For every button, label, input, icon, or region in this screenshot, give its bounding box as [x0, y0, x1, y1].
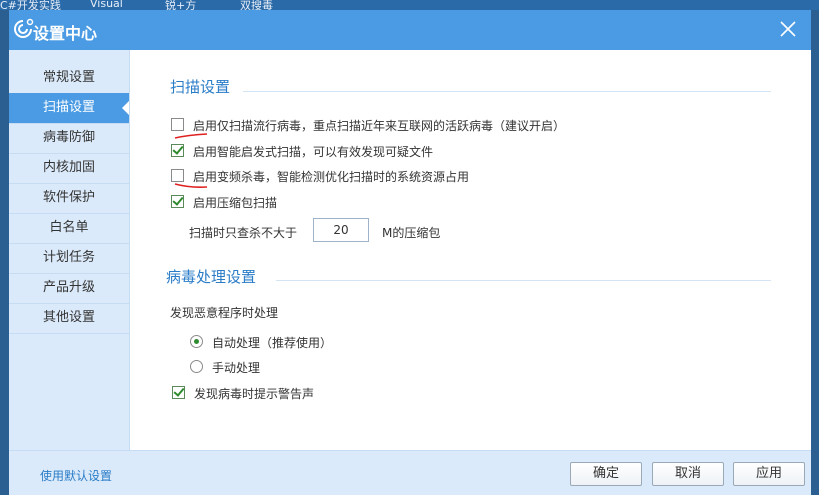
sidebar-item-scheduled-tasks[interactable]: 计划任务 [9, 243, 129, 274]
red-annotation-mark [174, 183, 208, 188]
checkbox-heuristic-scan[interactable] [171, 144, 184, 157]
apply-button[interactable]: 应用 [733, 462, 805, 486]
section-divider [276, 280, 771, 281]
option-label: 发现病毒时提示警告声 [194, 387, 315, 401]
option-label: 启用压缩包扫描 [193, 196, 278, 210]
settings-content: 扫描设置 启用仅扫描流行病毒，重点扫描近年来互联网的活跃病毒（建议开启） 启用智… [130, 50, 811, 450]
sidebar-item-virus-defense[interactable]: 病毒防御 [9, 123, 129, 154]
archive-limit-suffix: M的压缩包 [382, 226, 441, 240]
desktop-label: C#开发实践 [0, 0, 61, 10]
desktop-label: 锐+方 [165, 0, 197, 10]
section-title-virus: 病毒处理设置 [166, 268, 257, 286]
desktop-edge-left [0, 10, 9, 495]
desktop-background: C#开发实践 Visual 锐+方 双搜毒 [0, 0, 819, 10]
sidebar-item-upgrade[interactable]: 产品升级 [9, 273, 129, 304]
desktop-label: Visual [90, 0, 123, 10]
checkbox-archive-scan[interactable] [171, 195, 184, 208]
checkbox-popular-virus[interactable] [171, 118, 184, 131]
settings-window: 设置中心 常规设置 扫描设置 病毒防御 内核加固 软件保护 白名单 计划任务 产… [9, 10, 811, 495]
option-label: 启用仅扫描流行病毒，重点扫描近年来互联网的活跃病毒（建议开启） [193, 119, 566, 133]
settings-sidebar: 常规设置 扫描设置 病毒防御 内核加固 软件保护 白名单 计划任务 产品升级 其… [9, 50, 130, 450]
title-bar[interactable]: 设置中心 [9, 10, 811, 50]
sidebar-item-scan[interactable]: 扫描设置 [9, 93, 129, 124]
desktop-label: 双搜毒 [240, 0, 273, 10]
option-label: 启用智能启发式扫描，可以有效发现可疑文件 [193, 145, 434, 159]
sidebar-item-software-protect[interactable]: 软件保护 [9, 183, 129, 214]
sidebar-item-kernel[interactable]: 内核加固 [9, 153, 129, 184]
checkbox-variable-frequency[interactable] [171, 169, 184, 182]
close-icon[interactable] [775, 16, 801, 42]
cancel-button[interactable]: 取消 [652, 462, 724, 486]
ok-button[interactable]: 确定 [570, 462, 642, 486]
section-divider [243, 91, 771, 92]
virus-subtitle: 发现恶意程序时处理 [170, 306, 279, 320]
dialog-footer: 使用默认设置 确定 取消 应用 [9, 450, 811, 495]
red-annotation-mark [174, 133, 208, 139]
radio-manual-handle-button[interactable] [190, 360, 203, 373]
section-title-scan: 扫描设置 [170, 78, 231, 96]
desktop-edge-right [811, 10, 819, 495]
sidebar-item-other[interactable]: 其他设置 [9, 303, 129, 334]
sidebar-item-general[interactable]: 常规设置 [9, 63, 129, 94]
sidebar-item-whitelist[interactable]: 白名单 [9, 213, 129, 244]
radio-auto-handle-button[interactable] [190, 335, 203, 348]
app-logo-icon [14, 18, 34, 38]
use-default-settings-link[interactable]: 使用默认设置 [40, 467, 112, 484]
window-title: 设置中心 [33, 24, 98, 43]
radio-label: 自动处理（推荐使用） [212, 336, 333, 350]
checkbox-alert-sound[interactable] [172, 386, 185, 399]
archive-size-input[interactable] [313, 218, 369, 242]
radio-label: 手动处理 [212, 361, 261, 375]
option-label: 启用变频杀毒，智能检测优化扫描时的系统资源占用 [193, 170, 470, 184]
archive-limit-prefix: 扫描时只查杀不大于 [189, 226, 298, 240]
